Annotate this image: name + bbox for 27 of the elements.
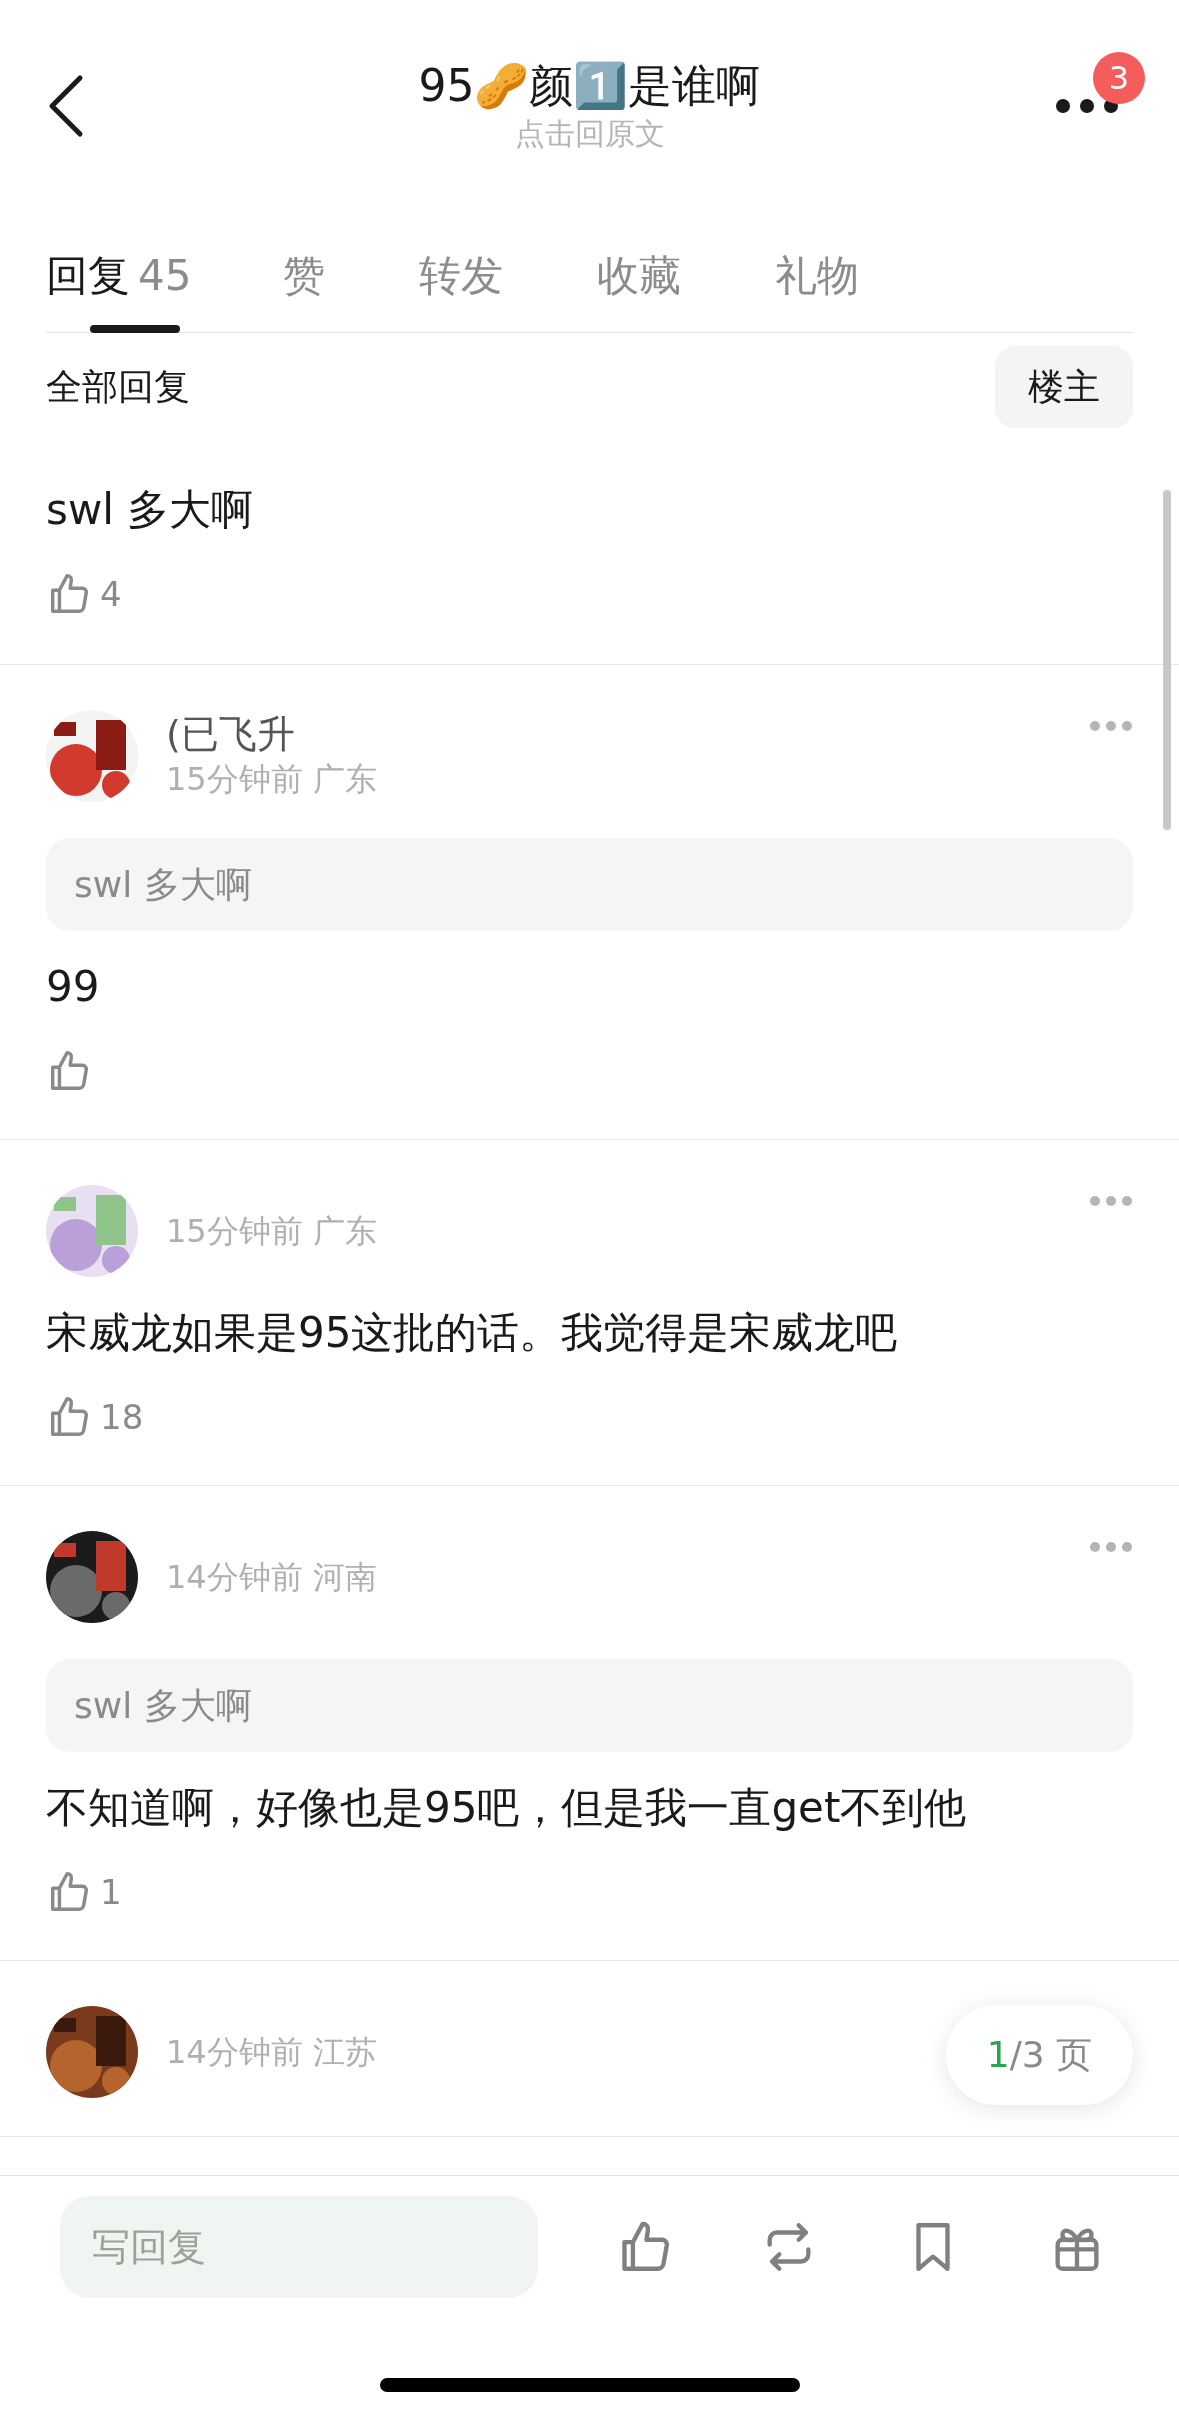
comment-text: 宋威龙如果是95这批的话。我觉得是宋威龙吧	[46, 1307, 899, 1359]
comment-meta: 14分钟前 河南	[166, 1557, 377, 1598]
quoted-reply[interactable]: swl 多大啊	[46, 838, 1133, 931]
comment-text: 不知道啊，好像也是95吧，但是我一直get不到他	[46, 1782, 968, 1834]
page-indicator[interactable]: 1/3 页	[946, 2005, 1133, 2105]
like-count: 1	[100, 1870, 122, 1914]
tab[interactable]: 礼物	[775, 230, 860, 333]
post-title: 95🥜颜1⃣是谁啊	[418, 59, 761, 113]
like-count: 18	[100, 1395, 144, 1439]
filter-button[interactable]: 楼主	[995, 345, 1133, 428]
like-count: 4	[100, 572, 122, 616]
notification-badge: 3	[1093, 52, 1145, 104]
tab[interactable]: 收藏	[597, 230, 682, 333]
more-icon[interactable]	[1055, 98, 1119, 114]
reply-input[interactable]: 写回复	[60, 2196, 538, 2298]
quoted-reply[interactable]: swl 多大啊	[46, 1659, 1133, 1752]
comment-meta: 15分钟前 广东	[166, 759, 377, 800]
comment-text: swl 多大啊	[46, 484, 255, 536]
user-name[interactable]: (已飞升	[166, 711, 295, 757]
comment-meta: 14分钟前 江苏	[166, 2032, 377, 2073]
tab[interactable]: 赞	[283, 230, 326, 333]
comment-text: 99	[46, 961, 101, 1013]
tab[interactable]: 回复 45	[46, 230, 192, 333]
tab[interactable]: 转发	[419, 230, 504, 333]
comment-meta: 15分钟前 广东	[166, 1211, 377, 1252]
section-label: 全部回复	[46, 364, 190, 409]
view-original-link[interactable]: 点击回原文	[514, 114, 665, 154]
